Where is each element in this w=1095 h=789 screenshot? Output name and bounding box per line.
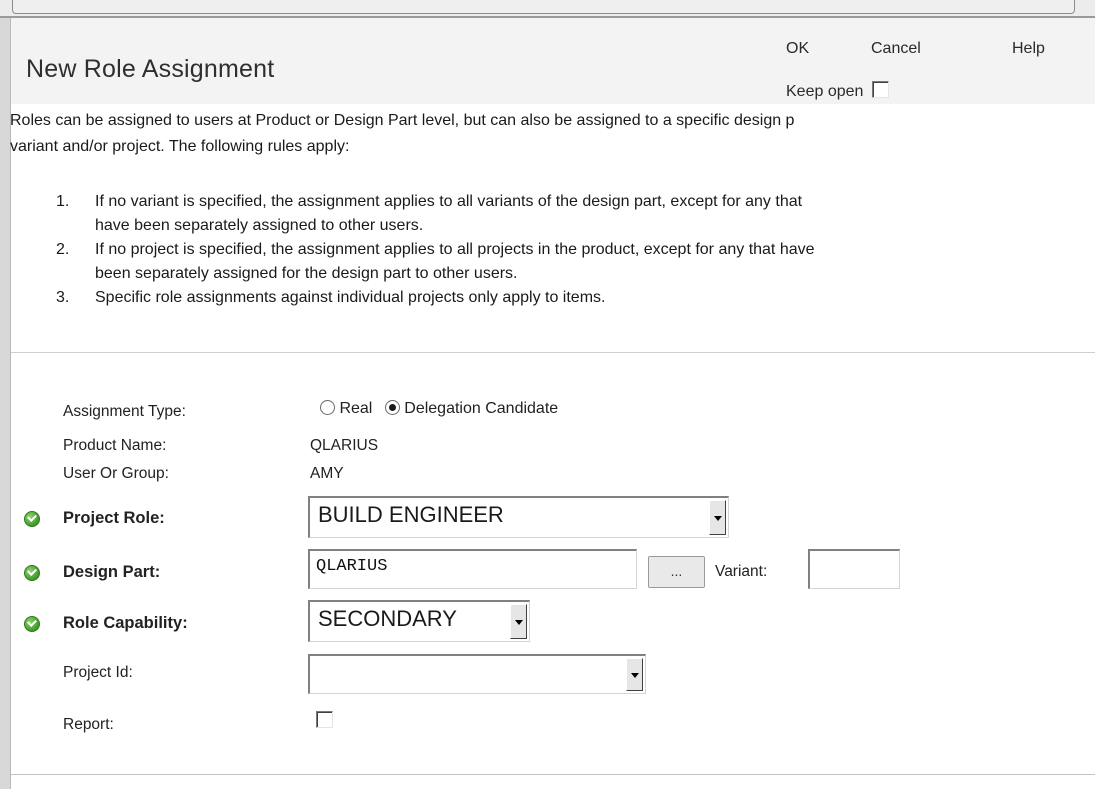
keep-open-checkbox[interactable] — [871, 81, 889, 98]
report-label: Report: — [63, 716, 114, 733]
project-role-label: Project Role: — [63, 509, 165, 527]
keep-open-option: Keep open — [786, 81, 889, 101]
required-indicator-icon — [24, 565, 40, 581]
radio-real[interactable] — [320, 400, 335, 415]
report-checkbox[interactable] — [316, 711, 333, 728]
radio-real-label: Real — [339, 400, 373, 417]
help-link[interactable]: Help — [1012, 40, 1045, 58]
divider-bottom — [11, 774, 1095, 775]
description-line-1: Roles can be assigned to users at Produc… — [10, 112, 795, 129]
rules-list: 1. If no variant is specified, the assign… — [53, 190, 815, 310]
keep-open-label: Keep open — [786, 83, 864, 100]
design-part-label: Design Part: — [63, 563, 161, 581]
radio-delegation-candidate-label: Delegation Candidate — [404, 400, 559, 417]
required-indicator-icon — [24, 616, 40, 632]
variant-input[interactable] — [808, 549, 900, 589]
window-top-bar — [0, 0, 1095, 18]
rule-item: 3. Specific role assignments against indi… — [56, 289, 606, 306]
description-line-2: variant and/or project. The following ru… — [10, 138, 350, 155]
project-id-select[interactable] — [308, 654, 646, 694]
chevron-down-icon[interactable] — [626, 658, 643, 691]
project-role-value: BUILD ENGINEER — [318, 502, 504, 527]
top-frame-edge — [12, 0, 1075, 14]
ok-link[interactable]: OK — [786, 40, 809, 58]
design-part-input[interactable]: QLARIUS — [308, 549, 637, 589]
role-capability-select[interactable]: SECONDARY — [308, 600, 530, 642]
design-part-browse-button[interactable]: ... — [648, 556, 705, 588]
description: Roles can be assigned to users at Produc… — [10, 108, 1095, 160]
user-or-group-value: AMY — [310, 465, 344, 482]
assignment-type-radios: Real Delegation Candidate — [320, 400, 558, 418]
role-capability-value: SECONDARY — [318, 606, 457, 631]
radio-delegation-candidate[interactable] — [384, 400, 400, 415]
rule-item: 1. If no variant is specified, the assign… — [56, 193, 803, 234]
role-capability-label: Role Capability: — [63, 614, 188, 632]
chevron-down-icon[interactable] — [510, 604, 527, 639]
assignment-type-label: Assignment Type: — [63, 403, 186, 420]
rule-item: 2. If no project is specified, the assign… — [56, 241, 815, 282]
user-or-group-label: User Or Group: — [63, 465, 169, 482]
product-name-label: Product Name: — [63, 437, 167, 454]
chevron-down-icon[interactable] — [709, 500, 726, 535]
divider-top — [11, 352, 1095, 353]
design-part-value: QLARIUS — [316, 557, 388, 576]
page-title: New Role Assignment — [26, 55, 275, 83]
product-name-value: QLARIUS — [310, 437, 379, 454]
required-indicator-icon — [24, 511, 40, 527]
cancel-link[interactable]: Cancel — [871, 40, 921, 58]
dialog-header: New Role Assignment OK Cancel Help Keep … — [11, 18, 1095, 104]
variant-label: Variant: — [715, 563, 768, 580]
project-id-label: Project Id: — [63, 664, 133, 681]
project-role-select[interactable]: BUILD ENGINEER — [308, 496, 729, 538]
